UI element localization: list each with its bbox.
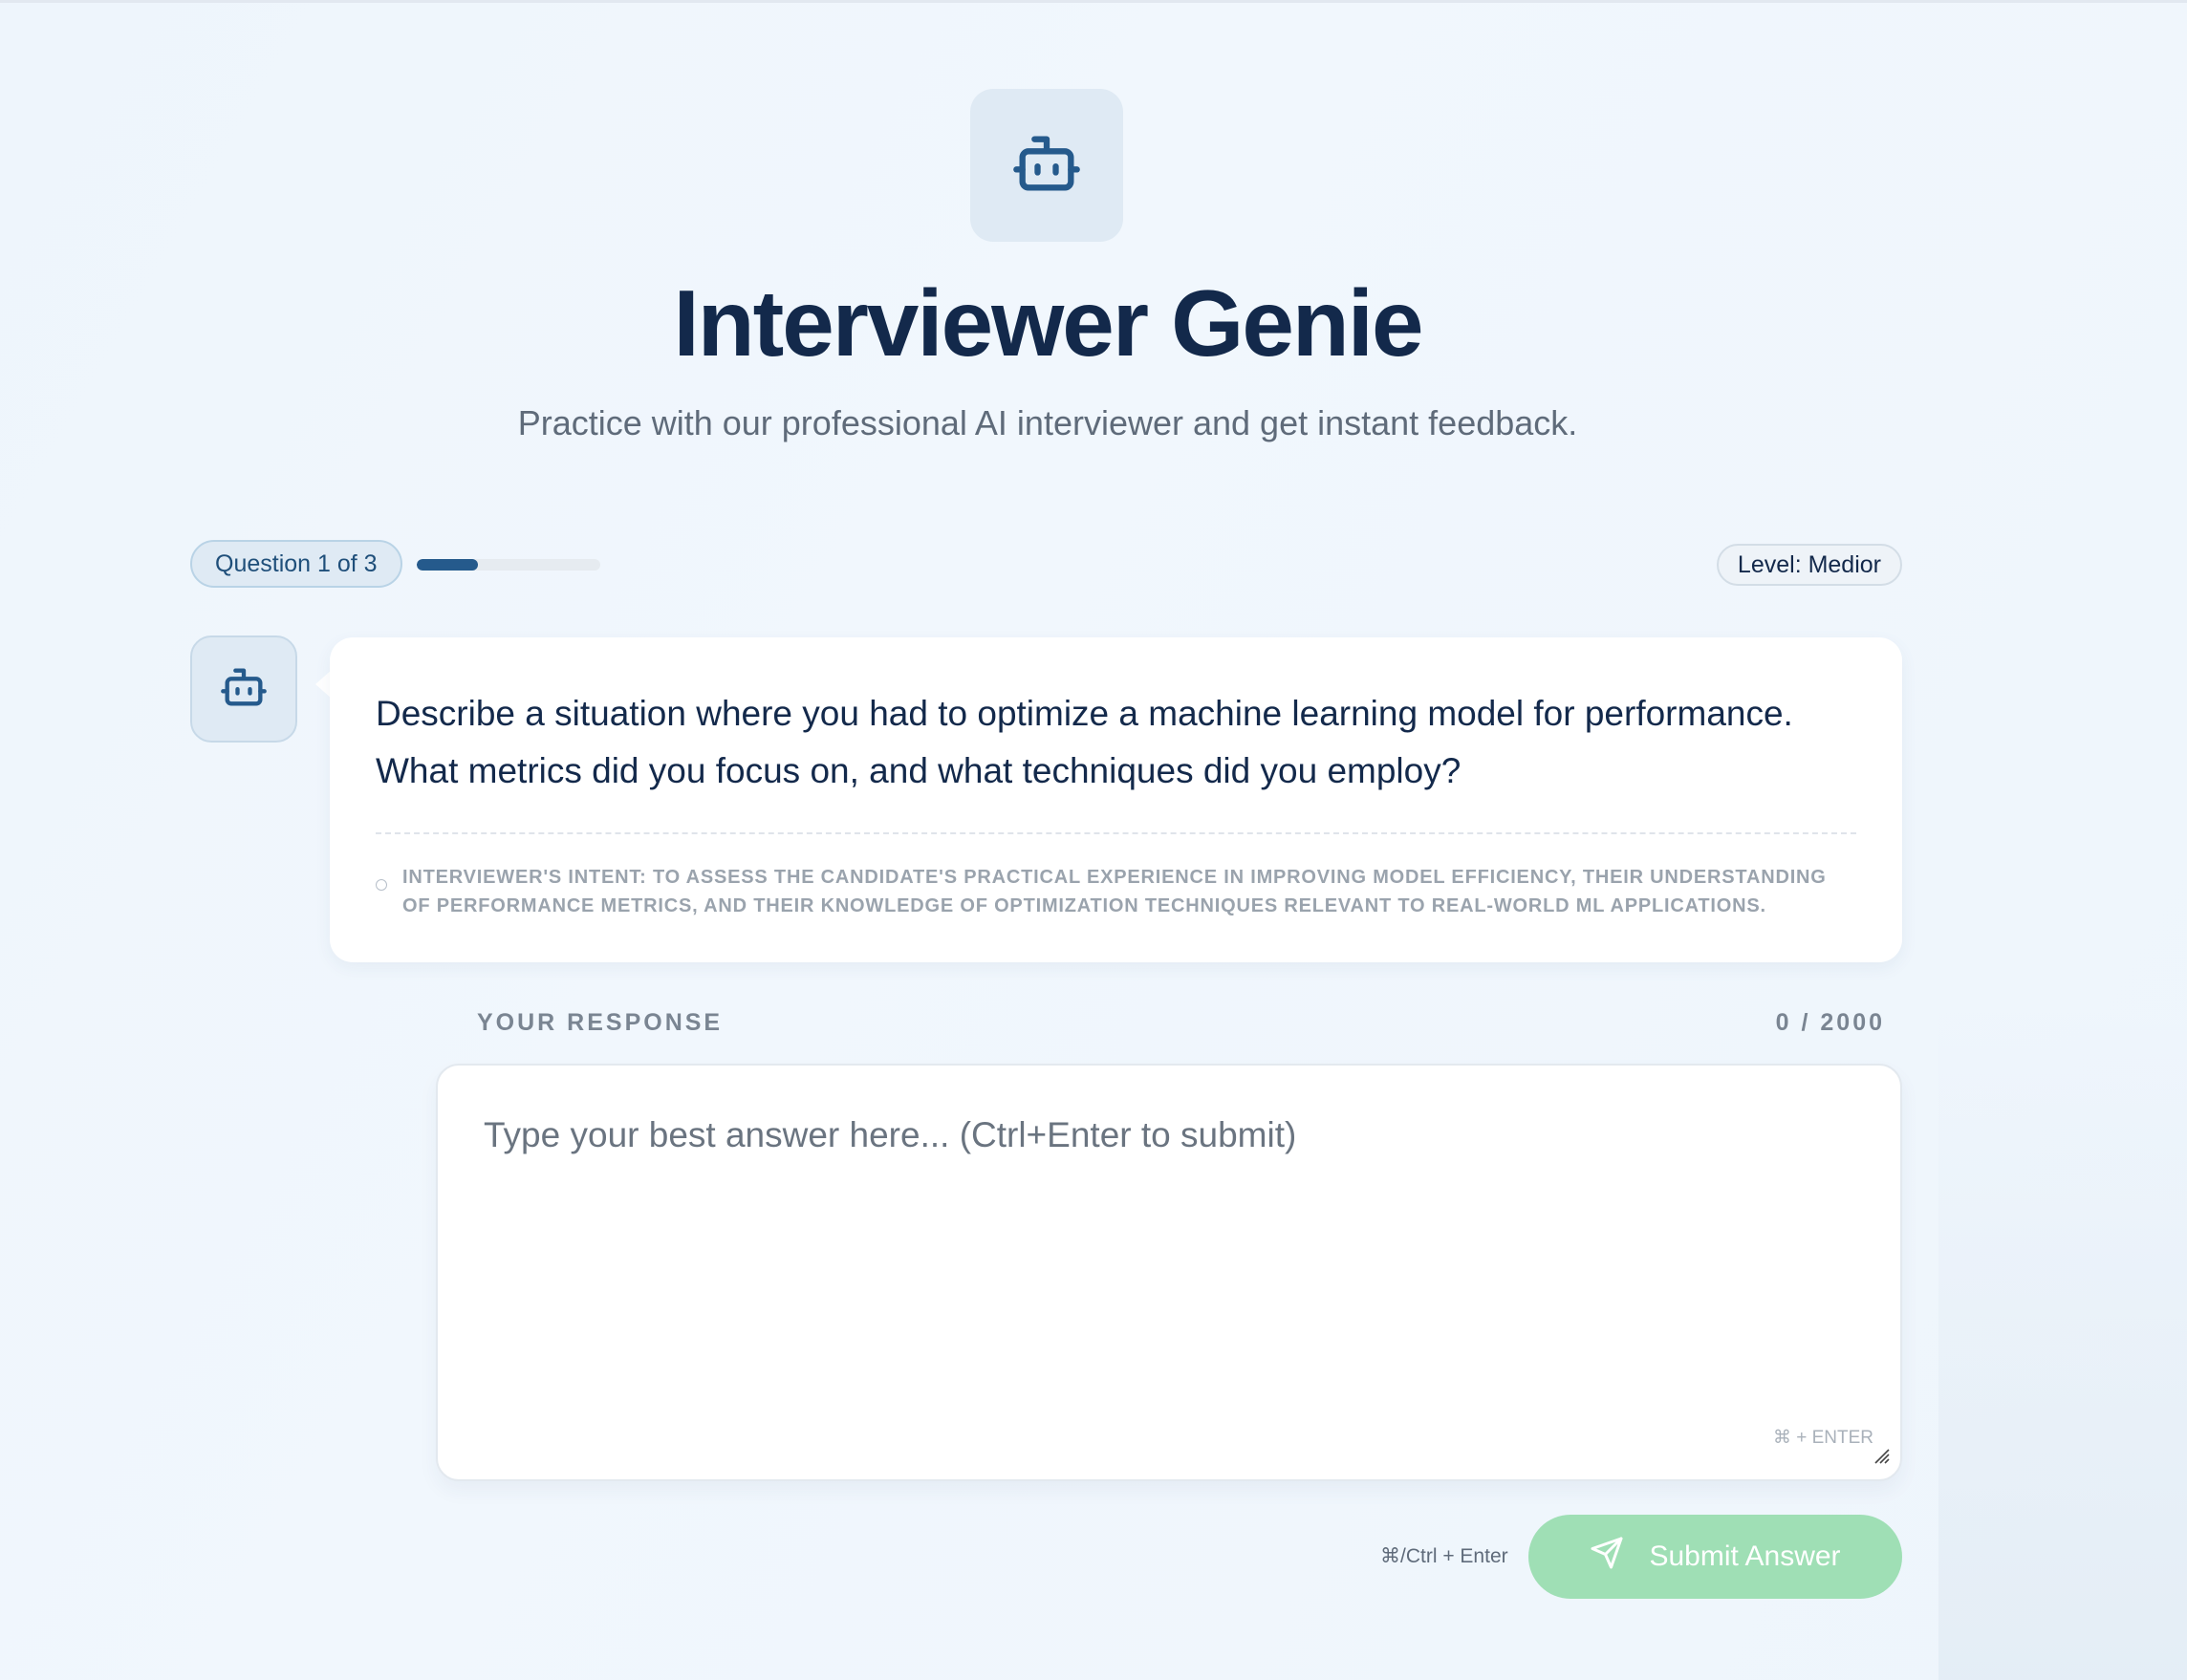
- level-badge: Level: Medior: [1716, 544, 1902, 586]
- page-title: Interviewer Genie: [673, 270, 1423, 376]
- top-border: [0, 0, 2187, 3]
- question-divider: [376, 832, 1856, 834]
- background-shade: [1938, 1011, 2187, 1680]
- response-textarea[interactable]: [438, 1066, 1900, 1479]
- interviewer-intent-text: Interviewer's intent: To assess the cand…: [402, 867, 1827, 916]
- page-subtitle: Practice with our professional AI interv…: [517, 403, 1578, 442]
- question-progress-bar: [417, 559, 600, 571]
- question-counter-badge: Question 1 of 3: [190, 540, 402, 588]
- interviewer-avatar: [190, 635, 297, 743]
- submit-answer-label: Submit Answer: [1649, 1540, 1841, 1572]
- interviewer-intent: Interviewer's intent: To assess the cand…: [376, 863, 1856, 920]
- bot-icon: [1010, 127, 1083, 205]
- question-text: Describe a situation where you had to op…: [376, 694, 1793, 790]
- resize-handle-icon[interactable]: [1870, 1444, 1891, 1470]
- keyboard-hint: ⌘ + ENTER: [1772, 1428, 1873, 1448]
- question-progress-fill: [417, 559, 478, 571]
- response-field-container: ⌘ + ENTER: [436, 1064, 1902, 1481]
- question-bubble: Describe a situation where you had to op…: [330, 637, 1902, 962]
- character-counter: 0 / 2000: [1775, 1009, 1885, 1036]
- bot-icon: [219, 662, 269, 717]
- response-label: YOUR RESPONSE: [477, 1009, 724, 1036]
- submit-shortcut-hint: ⌘/Ctrl + Enter: [1380, 1545, 1508, 1567]
- app-logo: [970, 89, 1123, 242]
- send-icon: [1590, 1536, 1624, 1578]
- submit-answer-button[interactable]: Submit Answer: [1528, 1515, 1902, 1599]
- info-icon: [376, 879, 387, 891]
